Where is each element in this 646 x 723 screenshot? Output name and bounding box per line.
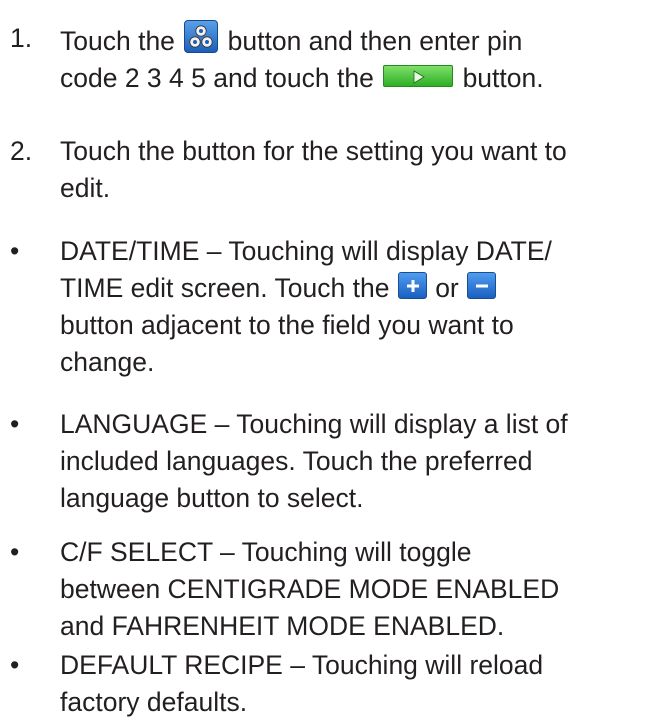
bullet-line: DEFAULT RECIPE – Touching will reload [60, 650, 544, 680]
bullet-line: included languages. Touch the preferred [60, 446, 533, 476]
bullet-marker: • [10, 236, 20, 266]
bullet-line: and FAHRENHEIT MODE ENABLED. [60, 611, 505, 641]
settings-icon [184, 20, 219, 53]
bullet-line: TIME edit screen. Touch the or [60, 270, 638, 307]
text-fragment: or [427, 273, 467, 303]
bullet-marker: • [10, 537, 20, 567]
bullet-line: language button to select. [60, 483, 364, 513]
step-number: 2. [10, 136, 33, 166]
go-arrow-icon [383, 65, 454, 87]
text-fragment: button and then enter pin [220, 26, 523, 56]
text-fragment: TIME edit screen. Touch the [60, 273, 397, 303]
plus-icon [397, 272, 427, 299]
bullet-line: C/F SELECT – Touching will toggle [60, 537, 472, 567]
bullet-text: DEFAULT RECIPE – Touching will reload fa… [60, 647, 638, 721]
step-text: Touch the button and then enter pin code… [60, 20, 638, 97]
bullet-line: DATE/TIME – Touching will display DATE/ [60, 236, 552, 266]
bullet-line: factory defaults. [60, 687, 248, 717]
step-line: Touch the button and then enter pin [60, 20, 638, 60]
step-text: Touch the button for the setting you wan… [60, 133, 638, 207]
bullet-text: LANGUAGE – Touching will display a list … [60, 406, 638, 517]
bullet-text: DATE/TIME – Touching will display DATE/ … [60, 233, 638, 381]
step-line: edit. [60, 173, 111, 203]
bullet-marker: • [10, 409, 20, 439]
minus-icon [467, 272, 497, 299]
text-fragment: code 2 3 4 5 and touch the [60, 63, 382, 93]
bullet-line: button adjacent to the field you want to [60, 310, 514, 340]
text-fragment: Touch the [60, 26, 183, 56]
step-line: Touch the button for the setting you wan… [60, 136, 567, 166]
bullet-line: change. [60, 347, 155, 377]
step-number: 1. [10, 23, 33, 53]
bullet-line: between CENTIGRADE MODE ENABLED [60, 574, 560, 604]
bullet-text: C/F SELECT – Touching will toggle betwee… [60, 534, 638, 645]
text-fragment: button. [455, 63, 544, 93]
bullet-marker: • [10, 650, 20, 680]
step-line: code 2 3 4 5 and touch the button. [60, 60, 638, 97]
bullet-line: LANGUAGE – Touching will display a list … [60, 409, 568, 439]
